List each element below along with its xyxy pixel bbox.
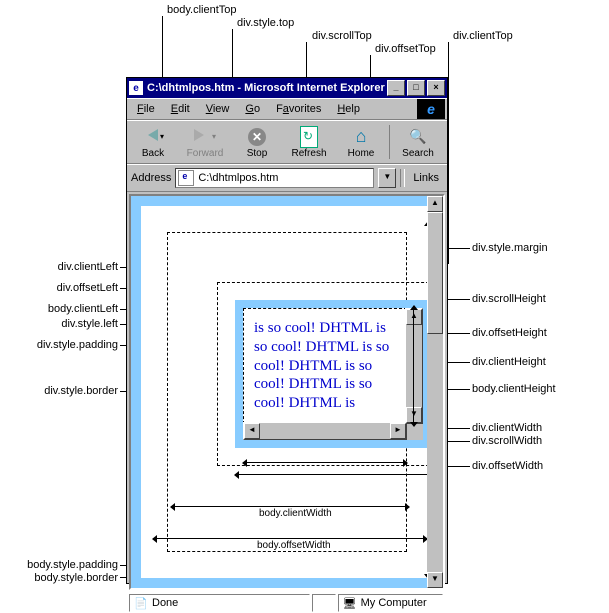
callout-div-clientLeft: div.clientLeft	[10, 261, 118, 273]
document-icon	[134, 596, 148, 610]
div-vertical-scrollbar[interactable]: ▲ ▼	[405, 308, 423, 424]
status-done-cell: Done	[129, 594, 310, 612]
home-icon	[356, 126, 367, 147]
viewport-scroll-up-icon[interactable]: ▲	[427, 196, 443, 212]
computer-icon	[343, 596, 357, 610]
example-div: is so cool! DHTML is so cool! DHTML is s…	[235, 300, 431, 448]
callout-div-style-top: div.style.top	[237, 17, 294, 29]
callout-div-style-padding: div.style.padding	[2, 339, 118, 351]
menu-help[interactable]: Help	[329, 101, 368, 117]
callout-body-clientTop: body.clientTop	[167, 4, 237, 16]
forward-arrow-icon	[194, 129, 210, 144]
ie-window: e C:\dhtmlpos.htm - Microsoft Internet E…	[126, 77, 448, 584]
dim-div-clientHeight-line	[413, 306, 414, 426]
callout-body-style-border: body.style.border	[0, 572, 118, 584]
back-button[interactable]: ▾ Back	[127, 121, 179, 163]
callout-div-offsetLeft: div.offsetLeft	[10, 282, 118, 294]
address-bar: Address C:\dhtmlpos.htm ▼ Links	[127, 164, 447, 192]
search-button[interactable]: Search	[392, 121, 444, 163]
back-label: Back	[142, 148, 164, 159]
browser-viewport: is so cool! DHTML is so cool! DHTML is s…	[129, 194, 445, 590]
menu-file[interactable]: File	[129, 101, 163, 117]
callout-div-offsetTop: div.offsetTop	[375, 43, 436, 55]
callout-div-offsetWidth: div.offsetWidth	[472, 460, 543, 472]
dim-body-offsetWidth: body.offsetWidth	[257, 540, 331, 551]
address-value: C:\dhtmlpos.htm	[198, 172, 278, 184]
menubar: File Edit View Go Favorites Help e	[127, 98, 447, 120]
stop-button[interactable]: ✕ Stop	[231, 121, 283, 163]
menu-view[interactable]: View	[198, 101, 238, 117]
close-button[interactable]: ×	[427, 80, 445, 96]
scroll-right-icon[interactable]: ►	[390, 423, 406, 439]
status-done-text: Done	[152, 597, 178, 609]
minimize-button[interactable]: _	[387, 80, 405, 96]
dim-div-clientWidth-line	[243, 462, 407, 463]
search-label: Search	[402, 148, 434, 159]
stop-label: Stop	[247, 148, 268, 159]
callout-div-clientHeight: div.clientHeight	[472, 356, 546, 368]
toolbar: ▾ Back ▾ Forward ✕ Stop Refresh Home	[127, 120, 447, 164]
dim-body-clientWidth: body.clientWidth	[259, 508, 332, 519]
callout-body-clientHeight: body.clientHeight	[472, 383, 556, 395]
scroll-down-icon[interactable]: ▼	[406, 407, 422, 423]
status-zone-text: My Computer	[361, 597, 427, 609]
address-dropdown-button[interactable]: ▼	[378, 168, 396, 188]
page-body-border: is so cool! DHTML is so cool! DHTML is s…	[131, 196, 443, 588]
callout-div-style-left: div.style.left	[10, 318, 118, 330]
refresh-icon	[300, 126, 318, 148]
callout-body-clientLeft: body.clientLeft	[4, 303, 118, 315]
callout-div-style-margin: div.style.margin	[472, 242, 548, 254]
viewport-scroll-down-icon[interactable]: ▼	[427, 572, 443, 588]
ie-app-icon: e	[129, 81, 143, 95]
viewport-scroll-thumb[interactable]	[427, 212, 443, 334]
forward-button[interactable]: ▾ Forward	[179, 121, 231, 163]
viewport-vertical-scrollbar[interactable]: ▲ ▼	[427, 196, 443, 588]
page-icon	[178, 170, 194, 186]
stop-icon: ✕	[248, 128, 266, 146]
statusbar: Done My Computer	[127, 592, 447, 613]
menu-go[interactable]: Go	[237, 101, 268, 117]
ie-logo-icon: e	[417, 99, 445, 119]
dim-div-offsetWidth-line	[235, 474, 431, 475]
div-horizontal-scrollbar[interactable]: ◄ ►	[243, 422, 407, 440]
div-content-text: is so cool! DHTML is so cool! DHTML is s…	[243, 308, 407, 424]
status-empty-cell	[312, 594, 336, 612]
callout-div-scrollWidth: div.scrollWidth	[472, 435, 542, 447]
callout-div-clientWidth: div.clientWidth	[472, 422, 542, 434]
back-arrow-icon	[142, 129, 158, 144]
callout-body-style-padding: body.style.padding	[0, 559, 118, 571]
home-button[interactable]: Home	[335, 121, 387, 163]
refresh-button[interactable]: Refresh	[283, 121, 335, 163]
status-zone-cell: My Computer	[338, 594, 443, 612]
scroll-left-icon[interactable]: ◄	[244, 423, 260, 439]
address-input[interactable]: C:\dhtmlpos.htm	[175, 168, 374, 188]
diagram-canvas: body.clientTop div.style.top div.scrollT…	[0, 0, 609, 602]
search-icon	[409, 128, 426, 145]
window-title: C:\dhtmlpos.htm - Microsoft Internet Exp…	[147, 82, 385, 94]
menu-edit[interactable]: Edit	[163, 101, 198, 117]
forward-label: Forward	[187, 148, 224, 159]
callout-div-scrollHeight: div.scrollHeight	[472, 293, 546, 305]
maximize-button[interactable]: □	[407, 80, 425, 96]
home-label: Home	[348, 148, 375, 159]
leader-line	[448, 42, 449, 264]
scroll-up-icon[interactable]: ▲	[406, 309, 422, 325]
callout-div-clientTop: div.clientTop	[453, 30, 513, 42]
links-label[interactable]: Links	[409, 172, 443, 184]
divider	[400, 169, 405, 187]
callout-div-offsetHeight: div.offsetHeight	[472, 327, 547, 339]
dim-body-clientWidth-line	[171, 506, 409, 507]
menu-favorites[interactable]: Favorites	[268, 101, 329, 117]
refresh-label: Refresh	[291, 148, 326, 159]
callout-div-scrollTop: div.scrollTop	[312, 30, 372, 42]
callout-div-style-border: div.style.border	[10, 385, 118, 397]
titlebar: e C:\dhtmlpos.htm - Microsoft Internet E…	[127, 78, 447, 98]
address-label: Address	[131, 172, 171, 184]
dim-body-offsetWidth-line	[153, 538, 427, 539]
